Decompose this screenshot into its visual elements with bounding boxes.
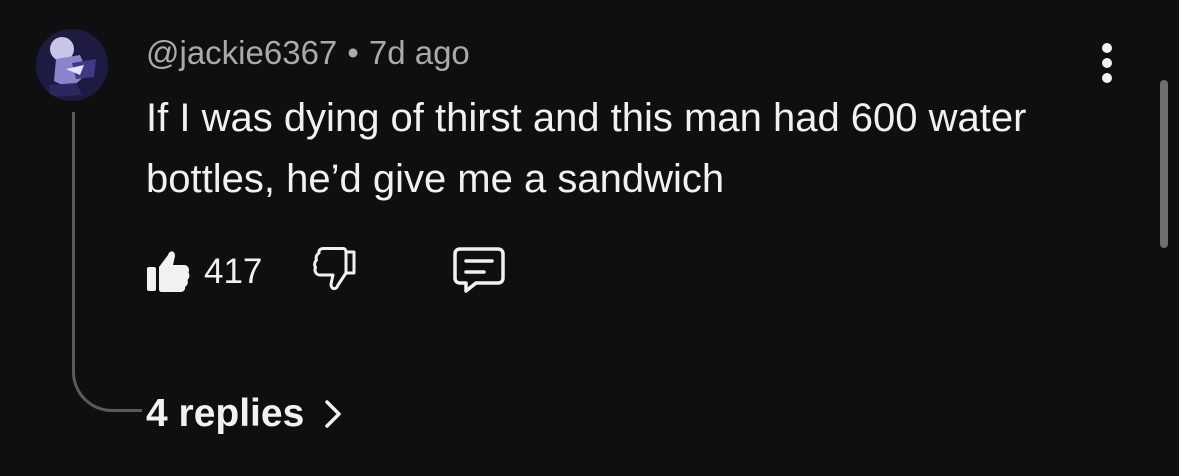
- comment-icon: [452, 246, 506, 299]
- view-replies-link[interactable]: 4 replies: [146, 392, 342, 436]
- scrollbar[interactable]: [1160, 80, 1168, 248]
- more-options-button[interactable]: [1090, 42, 1124, 88]
- replies-label: 4 replies: [146, 392, 305, 435]
- more-vert-icon: [1101, 42, 1113, 89]
- like-count: 417: [204, 252, 263, 291]
- chevron-right-icon: [324, 399, 342, 429]
- comment-meta: @jackie6367 • 7d ago: [146, 34, 470, 72]
- reply-thread-line: [72, 112, 142, 412]
- timestamp: 7d ago: [368, 34, 470, 71]
- thumbs-up-icon: [146, 247, 190, 298]
- reply-button[interactable]: [452, 246, 506, 299]
- comment-text: If I was dying of thirst and this man ha…: [146, 96, 1027, 201]
- thumbs-down-icon: [310, 246, 356, 298]
- meta-separator: •: [347, 34, 359, 71]
- avatar[interactable]: [36, 29, 108, 101]
- comment-actions: 417: [146, 244, 506, 300]
- username[interactable]: @jackie6367: [146, 34, 337, 71]
- like-button[interactable]: 417: [146, 247, 262, 298]
- dislike-button[interactable]: [310, 246, 356, 298]
